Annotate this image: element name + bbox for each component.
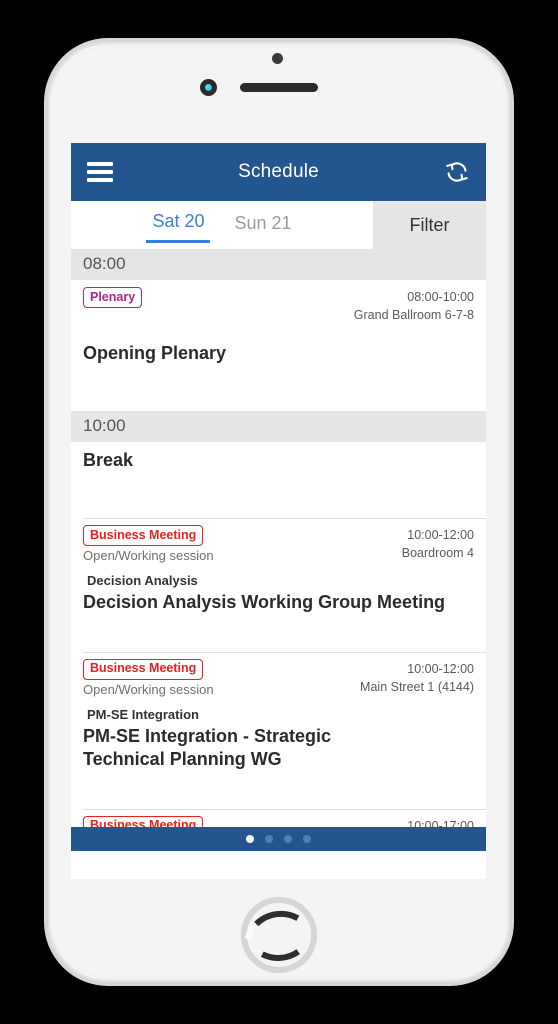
session-card[interactable]: Break [71, 442, 486, 519]
status-badge: Business Meeting [83, 658, 204, 680]
session-card-top: Plenary 08:00-10:00 Grand Ballroom 6-7-8 [83, 287, 474, 324]
time-header-1000: 10:00 [71, 411, 486, 443]
page-dot[interactable] [284, 835, 292, 843]
session-meta: 10:00-12:00 Boardroom 4 [402, 525, 474, 562]
home-button-ring-icon [241, 897, 317, 973]
tab-sat-20[interactable]: Sat 20 [146, 207, 211, 243]
session-card[interactable]: Business Meeting Open/Working session 10… [71, 651, 486, 809]
page-indicator-bar [71, 827, 486, 851]
earpiece-speaker-icon [240, 83, 318, 92]
status-badge: Business Meeting [83, 815, 204, 827]
card-spacer [83, 771, 474, 797]
tab-sun-21[interactable]: Sun 21 [228, 209, 297, 242]
session-card-top: Business Meeting Open/Working session 10… [83, 658, 474, 697]
page-dot[interactable] [246, 835, 254, 843]
page-dot[interactable] [303, 835, 311, 843]
day-tab-bar: Sat 20 Sun 21 Filter [71, 201, 486, 249]
page-title: Schedule [238, 161, 319, 182]
session-location: Grand Ballroom 6-7-8 [353, 308, 474, 323]
session-title: Break [83, 450, 134, 471]
session-title: Opening Plenary [83, 343, 227, 364]
session-subtype: Open/Working session [83, 681, 214, 697]
session-meta: 08:00-10:00 Grand Ballroom 6-7-8 [354, 287, 474, 324]
session-card[interactable]: Plenary 08:00-10:00 Grand Ballroom 6-7-8… [71, 280, 486, 412]
session-badge-wrap: Business Meeting Open/Working session [83, 525, 214, 563]
session-badge-wrap: Business Meeting Open/Working session [83, 658, 214, 697]
day-tabs: Sat 20 Sun 21 [71, 201, 373, 249]
home-button[interactable] [241, 897, 317, 973]
session-subtype: Open/Working session [83, 547, 214, 563]
session-card-top: Business Meeting Open/Working session 10… [83, 815, 474, 827]
time-header-0800: 08:00 [71, 249, 486, 280]
session-location: Main Street 1 (4144) [360, 680, 474, 695]
status-badge: Plenary [83, 287, 143, 308]
session-card[interactable]: Business Meeting Open/Working session 10… [71, 808, 486, 827]
card-spacer [83, 365, 474, 399]
session-time-range: 10:00-17:00 [407, 818, 474, 827]
session-badge-wrap: Plenary [83, 287, 143, 308]
session-location: Boardroom 4 [401, 546, 474, 561]
session-time-range: 10:00-12:00 [407, 661, 474, 676]
session-meta: 10:00-17:00 Daytona [407, 816, 474, 827]
session-title: Decision Analysis Working Group Meeting [83, 591, 446, 612]
session-meta: 10:00-12:00 Main Street 1 (4144) [360, 659, 474, 696]
hamburger-menu-icon[interactable] [87, 162, 113, 182]
app-screen: Schedule Sat 20 Sun 21 Filter 08:00 Plen… [71, 143, 486, 879]
front-camera-icon [200, 79, 217, 96]
filter-button[interactable]: Filter [373, 201, 486, 249]
session-badge-wrap: Business Meeting Open/Working session [83, 815, 214, 827]
card-spacer [83, 614, 474, 640]
refresh-icon[interactable] [444, 159, 470, 185]
status-badge: Business Meeting [83, 525, 204, 546]
page-dot[interactable] [265, 835, 273, 843]
app-header: Schedule [71, 143, 486, 201]
session-list[interactable]: 08:00 Plenary 08:00-10:00 Grand Ballroom… [71, 249, 486, 827]
session-time-range: 10:00-12:00 [407, 528, 474, 543]
card-spacer [83, 472, 474, 506]
session-time-range: 08:00-10:00 [407, 290, 474, 304]
session-title: PM-SE Integration - Strategic Technical … [83, 725, 332, 769]
session-group: PM-SE Integration [87, 706, 199, 722]
proximity-sensor-icon [272, 53, 283, 64]
session-card[interactable]: Business Meeting Open/Working session 10… [71, 518, 486, 652]
session-group: Decision Analysis [87, 572, 198, 588]
session-card-top: Business Meeting Open/Working session 10… [83, 525, 474, 563]
